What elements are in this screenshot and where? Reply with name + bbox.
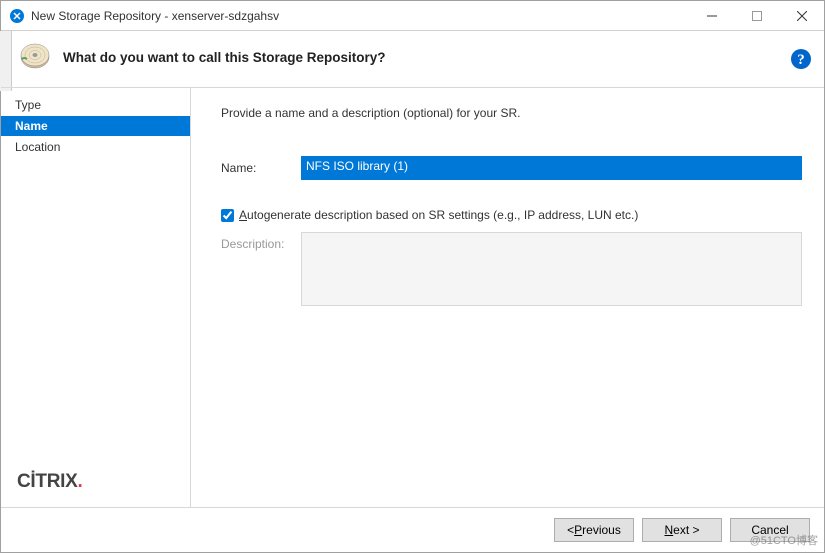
description-row: Description:: [221, 232, 802, 309]
wizard-steps-sidebar: Type Name Location CİTRIX.: [1, 88, 191, 507]
autogenerate-checkbox[interactable]: [221, 209, 234, 222]
wizard-header: What do you want to call this Storage Re…: [1, 31, 824, 88]
minimize-button[interactable]: [689, 1, 734, 30]
sidebar-item-type[interactable]: Type: [1, 94, 190, 116]
close-button[interactable]: [779, 1, 824, 30]
cancel-button[interactable]: Cancel: [730, 518, 810, 542]
previous-button[interactable]: < Previous: [554, 518, 634, 542]
wizard-window: New Storage Repository - xenserver-sdzga…: [0, 0, 825, 553]
titlebar: New Storage Repository - xenserver-sdzga…: [1, 1, 824, 31]
instruction-text: Provide a name and a description (option…: [221, 106, 802, 120]
window-title: New Storage Repository - xenserver-sdzga…: [31, 9, 689, 23]
name-row: Name: NFS ISO library (1): [221, 156, 802, 180]
page-title: What do you want to call this Storage Re…: [63, 50, 386, 65]
citrix-logo: CİTRIX.: [1, 461, 190, 507]
wizard-content: Provide a name and a description (option…: [191, 88, 824, 507]
wizard-footer: < Previous Next > Cancel: [1, 507, 824, 552]
next-button[interactable]: Next >: [642, 518, 722, 542]
sidebar-item-name[interactable]: Name: [1, 116, 190, 136]
autogenerate-label: Autogenerate description based on SR set…: [239, 208, 638, 222]
help-icon[interactable]: ?: [790, 48, 812, 70]
svg-text:?: ?: [797, 52, 805, 68]
sidebar-item-location[interactable]: Location: [1, 136, 190, 158]
window-controls: [689, 1, 824, 30]
name-label: Name:: [221, 156, 301, 175]
autogenerate-checkbox-row[interactable]: Autogenerate description based on SR set…: [221, 208, 802, 222]
wizard-body: Type Name Location CİTRIX. Provide a nam…: [1, 88, 824, 507]
storage-disk-icon: [19, 41, 51, 73]
name-input[interactable]: NFS ISO library (1): [301, 156, 802, 180]
maximize-button[interactable]: [734, 1, 779, 30]
app-icon: [9, 8, 25, 24]
description-label: Description:: [221, 232, 301, 251]
description-textarea: [301, 232, 802, 306]
